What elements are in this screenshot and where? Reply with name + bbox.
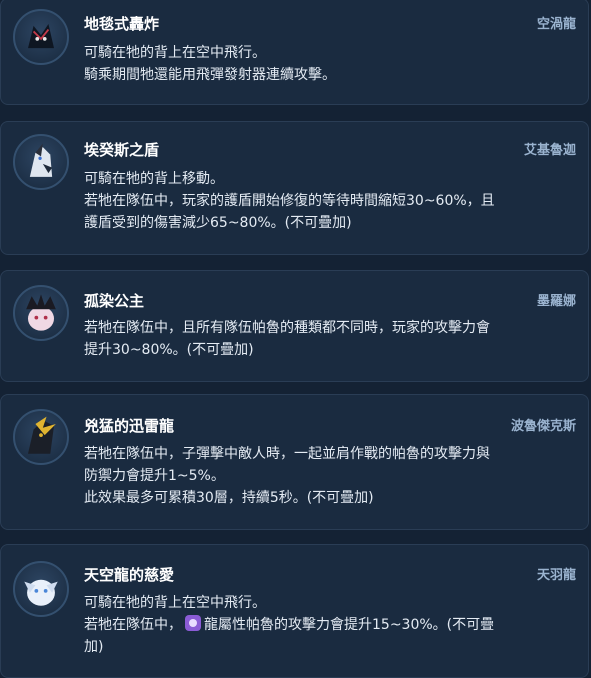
description-line: 此效果最多可累積30層，持續5秒。(不可疊加) (84, 490, 374, 506)
partner-skill-card: 孤染公主 墨羅娜 若牠在隊伍中，且所有隊伍帕魯的種類都不同時，玩家的攻擊力會 提… (0, 270, 589, 382)
pal-avatar (13, 9, 69, 65)
pal-portrait-icon (24, 579, 58, 606)
description-line: 防禦力會提升1~5%。 (84, 468, 225, 484)
pal-name: 波魯傑克斯 (510, 419, 576, 434)
description-line: 可騎在牠的背上在空中飛行。 (84, 595, 266, 611)
pal-portrait-icon (29, 143, 53, 177)
description-line: 若牠在隊伍中，子彈擊中敵人時，一起並肩作戰的帕魯的攻擊力與 (84, 446, 490, 462)
pal-portrait-icon (28, 24, 54, 49)
description-line: 若牠在隊伍中，玩家的護盾開始修復的等待時間縮短30~60%，且 (84, 193, 495, 209)
pal-avatar (13, 134, 69, 190)
pal-name: 天羽龍 (536, 568, 576, 583)
dragon-element-icon (185, 615, 201, 631)
partner-skill-card: 兇猛的迅雷龍 波魯傑克斯 若牠在隊伍中，子彈擊中敵人時，一起並肩作戰的帕魯的攻擊… (0, 394, 589, 530)
skill-description: 可騎在牠的背上移動。 若牠在隊伍中，玩家的護盾開始修復的等待時間縮短30~60%… (84, 168, 574, 234)
skill-description: 若牠在隊伍中，子彈擊中敵人時，一起並肩作戰的帕魯的攻擊力與 防禦力會提升1~5%… (84, 443, 574, 509)
skill-description: 若牠在隊伍中，且所有隊伍帕魯的種類都不同時，玩家的攻擊力會 提升30~80%。(… (84, 317, 574, 361)
description-line: 騎乘期間牠還能用飛彈發射器連續攻擊。 (84, 67, 336, 83)
skill-description: 可騎在牠的背上在空中飛行。 騎乘期間牠還能用飛彈發射器連續攻擊。 (84, 42, 574, 86)
skill-name: 天空龍的慈愛 (84, 566, 175, 584)
description-line: 可騎在牠的背上移動。 (84, 171, 224, 187)
skill-description: 可騎在牠的背上在空中飛行。 若牠在隊伍中， 龍屬性帕魯的攻擊力會提升15~30%。… (84, 592, 574, 658)
pal-name: 空渦龍 (536, 17, 576, 32)
description-line: 若牠在隊伍中， 龍屬性帕魯的攻擊力會提升15~30%。(不可疊 (84, 615, 495, 633)
pal-portrait-icon (26, 294, 56, 331)
partner-skill-card: 地毯式轟炸 空渦龍 可騎在牠的背上在空中飛行。 騎乘期間牠還能用飛彈發射器連續攻… (0, 0, 589, 105)
pal-name: 艾基魯迦 (523, 143, 576, 158)
description-line: 若牠在隊伍中，且所有隊伍帕魯的種類都不同時，玩家的攻擊力會 (84, 320, 490, 336)
skill-name: 兇猛的迅雷龍 (84, 417, 175, 435)
partner-skill-card: 埃癸斯之盾 艾基魯迦 可騎在牠的背上移動。 若牠在隊伍中，玩家的護盾開始修復的等… (0, 121, 589, 255)
pal-avatar (13, 285, 69, 341)
description-line: 提升30~80%。(不可疊加) (84, 342, 254, 358)
pal-avatar (13, 409, 69, 465)
description-line: 加) (84, 639, 104, 655)
pal-avatar (13, 561, 69, 617)
skill-name: 孤染公主 (84, 292, 145, 310)
pal-portrait-icon (28, 416, 56, 454)
pal-name: 墨羅娜 (536, 294, 576, 309)
partner-skill-card: 天空龍的慈愛 天羽龍 可騎在牠的背上在空中飛行。 若牠在隊伍中， 龍屬性帕魯的攻擊… (0, 544, 589, 678)
skill-name: 埃癸斯之盾 (84, 141, 160, 159)
description-line: 可騎在牠的背上在空中飛行。 (84, 45, 266, 61)
description-line: 護盾受到的傷害減少65~80%。(不可疊加) (84, 215, 352, 231)
skill-name: 地毯式轟炸 (84, 15, 160, 33)
